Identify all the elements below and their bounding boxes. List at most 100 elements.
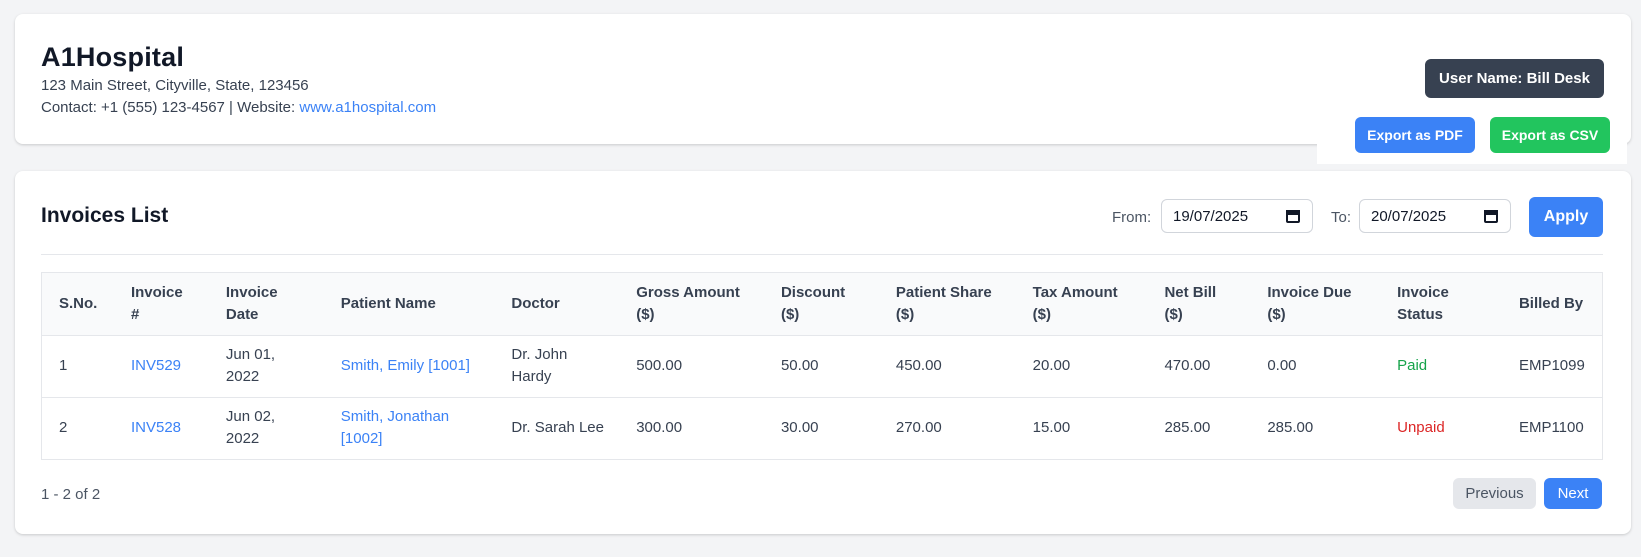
invoice-due-cell: 285.00 xyxy=(1250,397,1380,459)
tax-amount-cell: 15.00 xyxy=(1016,397,1148,459)
column-header-text: Invoice xyxy=(130,283,183,301)
patient-name-link[interactable]: Smith, Emily [1001] xyxy=(341,357,470,374)
tax-amount-cell-text: 20.00 xyxy=(1032,357,1071,374)
website-link[interactable]: www.a1hospital.com xyxy=(299,99,436,116)
column-header-text: Invoice Due xyxy=(1267,283,1352,301)
patient-name-cell: Smith, Emily [1001] xyxy=(323,335,495,398)
column-header-text: Tax Amount xyxy=(1032,283,1118,301)
previous-button[interactable]: Previous xyxy=(1453,478,1536,509)
discount-cell: 30.00 xyxy=(764,397,879,459)
billed-by-cell: EMP1099 xyxy=(1519,357,1585,374)
invoice-status-cell: Paid xyxy=(1380,335,1502,398)
invoices-table: S.No. Invoice # Invoice Date Patient Name Doct… xyxy=(41,272,1603,460)
table-header-row: S.No. Invoice # Invoice Date Patient Name Doct… xyxy=(42,273,1602,336)
gross-amount-cell-text: 500.00 xyxy=(636,357,683,374)
serial-number-cell: 2 xyxy=(42,397,114,459)
doctor-cell-text: Dr. Sarah Lee xyxy=(511,419,604,437)
serial-number-cell-text: 1 xyxy=(59,357,68,374)
net-bill-cell: 470.00 xyxy=(1147,335,1251,398)
divider xyxy=(41,254,1603,255)
billed-by-cell: EMP1100 xyxy=(1519,419,1584,436)
invoices-card: Invoices List From: 19/07/2025 To: 20/07… xyxy=(15,171,1631,534)
patient-name-link-text: [1002] xyxy=(340,430,383,448)
contact-text: Contact: +1 (555) 123-4567 | Website: xyxy=(41,99,300,116)
column-header-text: ($) xyxy=(780,305,800,323)
invoice-status-cell: Unpaid xyxy=(1380,397,1502,459)
pagination-info: 1 - 2 of 2 xyxy=(41,486,101,503)
from-label: From: xyxy=(1112,209,1152,226)
invoice-due-cell-text: 285.00 xyxy=(1267,419,1314,437)
patient-share-cell-text: 270.00 xyxy=(895,419,942,437)
invoice-date-cell-text: Jun 01, xyxy=(225,346,276,363)
column-header: Invoice Due ($) xyxy=(1250,273,1381,336)
gross-amount-cell: 300.00 xyxy=(619,397,764,459)
next-button[interactable]: Next xyxy=(1544,478,1602,509)
invoice-date-cell-text: 2022 xyxy=(225,430,260,448)
invoice-due-cell: 285.00 xyxy=(1267,419,1313,436)
from-date-value: 19/07/2025 xyxy=(1173,207,1249,225)
doctor-cell-text: Dr. John xyxy=(511,346,568,363)
column-header-text: Invoice xyxy=(225,283,278,301)
calendar-icon[interactable] xyxy=(1484,209,1498,223)
gross-amount-cell: 300.00 xyxy=(636,419,682,436)
column-header-text: ($) xyxy=(636,305,655,323)
invoice-status-badge-text: Paid xyxy=(1397,357,1428,374)
calendar-icon[interactable] xyxy=(1286,209,1300,223)
user-name-badge: User Name: Bill Desk xyxy=(1425,59,1604,98)
to-date-input[interactable]: 20/07/2025 xyxy=(1359,199,1511,233)
table-header: S.No. Invoice # Invoice Date Patient Name Doct… xyxy=(42,273,1602,336)
invoice-number-link-text: INV529 xyxy=(130,357,182,374)
column-header: Billed By xyxy=(1501,273,1602,336)
column-header-text: Patient Share xyxy=(895,283,992,301)
from-date-input[interactable]: 19/07/2025 xyxy=(1161,199,1313,233)
serial-number-cell: 2 xyxy=(59,419,67,436)
patient-name-link[interactable]: Smith, Jonathan [1002] xyxy=(341,408,449,447)
tax-amount-cell: 20.00 xyxy=(1015,335,1148,398)
doctor-cell: Dr. John Hardy xyxy=(494,335,620,398)
billed-by-cell-text: EMP1099 xyxy=(1518,357,1585,374)
hospital-address: 123 Main Street, Cityville, State, 12345… xyxy=(41,77,309,94)
serial-number-cell: 1 xyxy=(59,357,67,374)
export-pdf-button[interactable]: Export as PDF xyxy=(1355,117,1475,153)
patient-share-cell: 270.00 xyxy=(896,419,942,436)
patient-name-link-text: Smith, Jonathan xyxy=(340,408,450,426)
discount-cell-text: 30.00 xyxy=(780,419,819,437)
export-csv-button[interactable]: Export as CSV xyxy=(1490,117,1610,153)
net-bill-cell: 470.00 xyxy=(1164,357,1210,374)
column-header-text: Net Bill xyxy=(1164,283,1217,301)
billed-by-cell-text: EMP1100 xyxy=(1518,419,1584,437)
invoice-number-link[interactable]: INV529 xyxy=(131,357,181,374)
column-header: Gross Amount ($) xyxy=(619,273,764,336)
apply-button[interactable]: Apply xyxy=(1529,197,1603,237)
column-header: S.No. xyxy=(42,273,114,336)
patient-name-cell: Smith, Jonathan [1002] xyxy=(324,397,495,459)
hospital-name: A1Hospital xyxy=(41,42,185,72)
column-header: Invoice Status xyxy=(1380,273,1502,336)
invoice-date-cell-text: Jun 02, xyxy=(225,408,276,426)
patient-share-cell: 450.00 xyxy=(896,357,942,374)
tax-amount-cell: 20.00 xyxy=(1033,357,1071,374)
doctor-cell: Dr. Sarah Lee xyxy=(511,419,604,436)
invoice-number-link-text: INV528 xyxy=(130,419,182,437)
invoice-due-cell: 0.00 xyxy=(1267,357,1296,374)
discount-cell: 50.00 xyxy=(781,357,819,374)
invoice-status-badge: Paid xyxy=(1397,357,1427,374)
column-header-text: Doctor xyxy=(511,294,560,312)
column-header: Doctor xyxy=(494,273,620,336)
net-bill-cell-text: 285.00 xyxy=(1164,419,1211,437)
column-header-text: Billed By xyxy=(1518,294,1584,312)
column-header-text: ($) xyxy=(895,305,915,323)
column-header: Discount ($) xyxy=(763,273,879,336)
patient-share-cell-text: 450.00 xyxy=(895,357,942,374)
discount-cell-text: 50.00 xyxy=(780,357,819,374)
column-header-text: Patient Name xyxy=(340,294,436,312)
column-header: Invoice # xyxy=(113,273,209,336)
invoice-date-cell: Jun 02, 2022 xyxy=(209,397,324,459)
invoice-due-cell-text: 0.00 xyxy=(1267,357,1297,374)
gross-amount-cell-text: 300.00 xyxy=(636,419,683,437)
net-bill-cell: 285.00 xyxy=(1164,419,1210,436)
invoice-status-badge: Unpaid xyxy=(1397,419,1445,436)
invoice-number-link[interactable]: INV528 xyxy=(131,419,181,436)
invoice-status-badge-text: Unpaid xyxy=(1397,419,1445,437)
discount-cell: 50.00 xyxy=(763,335,879,398)
